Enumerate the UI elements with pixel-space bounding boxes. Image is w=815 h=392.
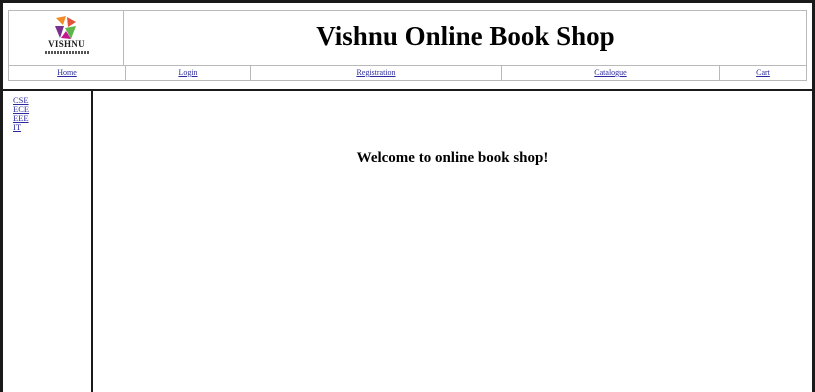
logo-tagline (45, 51, 89, 54)
vishnu-logo-icon (55, 16, 76, 39)
main-content: Welcome to online book shop! (93, 91, 812, 392)
nav-link-cart[interactable]: Cart (756, 68, 770, 77)
nav-link-login[interactable]: Login (178, 68, 197, 77)
nav-bar: Home Login Registration Catalogue Cart (9, 65, 806, 80)
sidebar: CSE ECE EEE IT (13, 96, 83, 132)
welcome-message: Welcome to online book shop! (356, 150, 549, 166)
logo-text: VISHNU (48, 39, 85, 49)
nav-cell-catalogue: Catalogue (501, 66, 719, 80)
sidebar-item-eee[interactable]: EEE (13, 114, 83, 123)
header-table: VISHNU Vishnu Online Book Shop Home Logi… (8, 10, 807, 81)
nav-link-catalogue[interactable]: Catalogue (594, 68, 626, 77)
logo: VISHNU (9, 11, 124, 65)
nav-cell-registration: Registration (250, 66, 501, 80)
nav-link-home[interactable]: Home (57, 68, 77, 77)
nav-cell-login: Login (125, 66, 250, 80)
nav-cell-home: Home (9, 66, 125, 80)
page-title: Vishnu Online Book Shop (316, 20, 615, 51)
nav-cell-cart: Cart (719, 66, 806, 80)
nav-link-registration[interactable]: Registration (356, 68, 395, 77)
sidebar-item-it[interactable]: IT (13, 123, 83, 132)
title-cell: Vishnu Online Book Shop (125, 11, 806, 65)
